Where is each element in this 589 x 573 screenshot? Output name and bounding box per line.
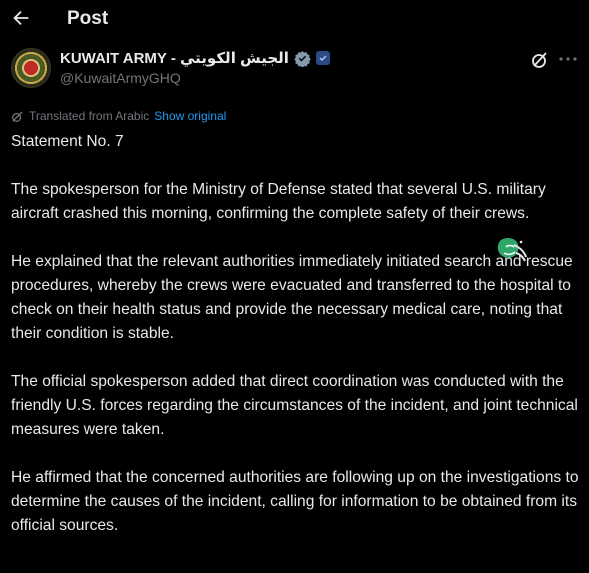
avatar[interactable]: [11, 48, 51, 88]
more-icon[interactable]: [556, 47, 580, 67]
post-author-header: KUWAIT ARMY - الجيش الكويتي @KuwaitArmyG…: [0, 45, 589, 95]
grok-icon[interactable]: [530, 50, 550, 70]
translated-from-label: Translated from Arabic: [29, 109, 150, 123]
show-original-link[interactable]: Show original: [154, 109, 226, 123]
translate-icon: [11, 110, 24, 123]
top-bar: Post: [0, 0, 589, 40]
post-paragraph: He affirmed that the concerned authoriti…: [11, 469, 579, 534]
post-paragraph: The spokesperson for the Ministry of Def…: [11, 181, 546, 222]
post-paragraph: Statement No. 7: [11, 133, 124, 150]
post-body: Statement No. 7 The spokesperson for the…: [11, 130, 581, 562]
verified-badge-icon[interactable]: [294, 50, 311, 67]
affiliate-badge-icon[interactable]: [315, 51, 330, 65]
author-handle[interactable]: @KuwaitArmyGHQ: [60, 70, 181, 86]
translation-note: Translated from Arabic Show original: [11, 109, 226, 123]
author-name[interactable]: KUWAIT ARMY - الجيش الكويتي: [60, 49, 289, 67]
post-paragraph: The official spokesperson added that dir…: [11, 373, 578, 438]
watermark-logo-icon: [494, 235, 530, 269]
back-arrow-icon[interactable]: [10, 7, 34, 31]
author-name-row: KUWAIT ARMY - الجيش الكويتي: [60, 49, 330, 67]
page-title: Post: [67, 8, 109, 29]
